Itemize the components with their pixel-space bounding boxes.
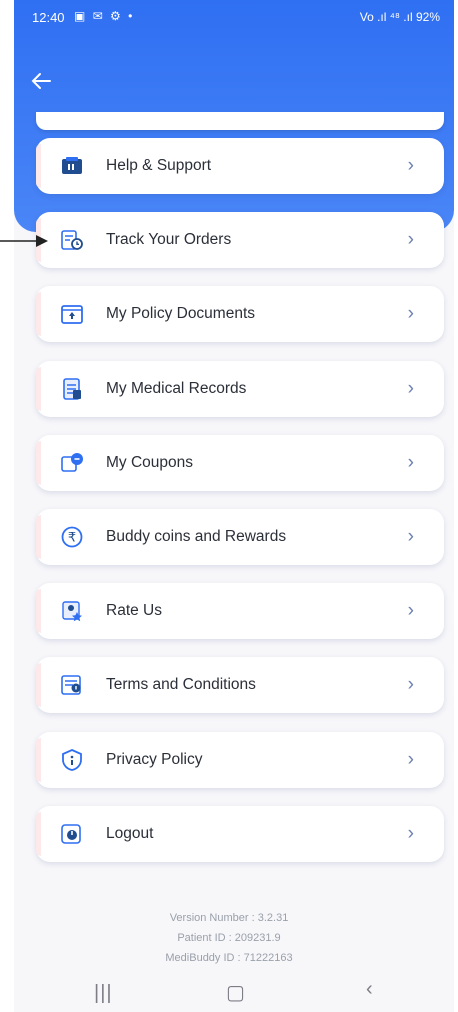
privacy-shield-icon [60,748,84,772]
menu-item-my-coupons[interactable]: My Coupons › [36,434,444,491]
status-bar: 12:40 ▣ ✉ ⚙ • Vo .ıl ⁴⁸ .ıl 92% [14,0,454,36]
menu-item-label: Logout [106,824,154,842]
menu-item-my-policy-documents[interactable]: My Policy Documents › [36,286,444,343]
home-button[interactable]: ▢ [226,980,245,1005]
menu-item-buddy-coins-and-rewards[interactable]: ₹ Buddy coins and Rewards › [36,509,444,565]
system-back-button[interactable]: ‹ [366,978,373,1001]
menu-item-label: My Policy Documents [106,305,256,323]
svg-text:₹: ₹ [68,531,76,546]
chevron-right-icon: › [407,526,414,547]
menu-item-help-support[interactable]: Help & Support › [36,138,444,194]
menu-item-label: Help & Support [106,157,212,174]
chevron-right-icon: › [407,229,414,251]
menu-item-label: Terms and Conditions [106,676,256,694]
notification-icons: ▣ ✉ ⚙ • [74,9,135,23]
arrow-left-icon [31,73,51,89]
menu-item-label: My Coupons [106,453,194,471]
annotation-arrow-icon [0,235,48,247]
menu-item-rate-us[interactable]: Rate Us › [36,583,444,640]
menu-item-logout[interactable]: Logout › [36,805,444,862]
chevron-right-icon: › [407,748,414,770]
menu-item-label: Privacy Policy [106,750,203,768]
medical-records-icon [60,377,84,401]
medibuddy-id: MediBuddy ID : 71222163 [165,952,293,964]
menu-item-label: My Medical Records [106,379,247,397]
chevron-right-icon: › [407,377,414,399]
track-orders-icon [60,228,84,252]
chevron-right-icon: › [407,451,414,473]
menu-item-my-medical-records[interactable]: My Medical Records › [36,360,444,417]
help-support-icon [60,154,84,178]
rupee-coin-icon: ₹ [60,525,84,549]
patient-id: Patient ID : 209231.9 [177,932,281,944]
chevron-right-icon: › [407,600,414,622]
chevron-right-icon: › [407,674,414,696]
policy-documents-icon [60,302,84,326]
app-screen: 12:40 ▣ ✉ ⚙ • Vo .ıl ⁴⁸ .ıl 92% Help & S… [14,0,454,1012]
recents-button[interactable]: ||| [94,982,113,1005]
profile-card-edge [36,112,444,130]
menu-item-label: Buddy coins and Rewards [106,528,287,545]
version-number: Version Number : 3.2.31 [169,912,289,924]
back-button[interactable] [30,70,60,100]
logout-icon [60,822,84,846]
signal-battery-status: Vo .ıl ⁴⁸ .ıl 92% [359,10,440,24]
menu-item-label: Track Your Orders [106,231,232,249]
chevron-right-icon: › [407,155,414,176]
menu-item-terms-and-conditions[interactable]: Terms and Conditions › [36,657,444,714]
menu-item-track-your-orders[interactable]: Track Your Orders › [36,212,444,269]
app-info-footer: Version Number : 3.2.31 Patient ID : 209… [0,908,458,968]
chevron-right-icon: › [407,822,414,844]
rate-us-icon [60,599,84,623]
status-time: 12:40 [32,10,65,25]
coupons-icon [60,451,84,475]
terms-icon [60,673,84,697]
chevron-right-icon: › [407,303,414,325]
menu-item-label: Rate Us [106,602,162,620]
menu-item-privacy-policy[interactable]: Privacy Policy › [36,731,444,788]
